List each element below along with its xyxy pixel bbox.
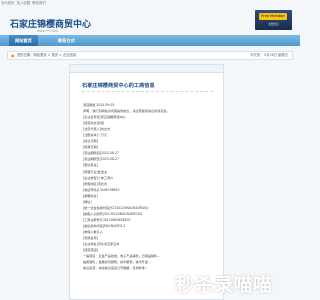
current-date: 今天是： 9月26日 星期五 bbox=[249, 53, 288, 57]
member-banner: Free Member 免费会员 bbox=[255, 10, 292, 30]
site-header: 石家庄锦樱商贸中心 www.***.com Free Member 免费会员 bbox=[0, 7, 300, 35]
top-links-bar: 设为首页 加入收藏 联系我们 bbox=[0, 0, 300, 7]
member-banner-subtitle: 免费会员 bbox=[268, 23, 279, 26]
watermark-icon bbox=[159, 273, 173, 287]
add-favorite-link[interactable]: 加入收藏 bbox=[17, 1, 31, 5]
nav-item-contact[interactable]: 联系方式 bbox=[58, 35, 75, 46]
title-divider bbox=[82, 91, 213, 92]
article-panel: 石家庄锦樱商贸中心的工商信息 源自网络 2024-09-03 声明：我们为网站访… bbox=[69, 64, 224, 300]
company-info-list: 源自网络 2024-09-03 声明：我们为网站访问者提供信息，请注意鉴别信息的… bbox=[83, 102, 221, 271]
article-panel-header bbox=[70, 65, 223, 73]
contact-us-link[interactable]: 联系我们 bbox=[32, 1, 46, 5]
free-member-badge: Free Member bbox=[259, 13, 287, 20]
set-homepage-link[interactable]: 设为首页 bbox=[1, 1, 15, 5]
watermark-text: 秒杀录喵喵 bbox=[175, 274, 273, 296]
breadcrumb-path: 您的位置：网站首页 > 首页 > 企业信息 bbox=[17, 53, 77, 57]
site-url: www.***.com bbox=[37, 29, 59, 33]
article-title: 石家庄锦樱商贸中心的工商信息 bbox=[82, 83, 155, 89]
main-nav: 网站首页 联系方式 bbox=[0, 35, 300, 46]
watermark-logo: 秒杀录喵喵 bbox=[159, 270, 273, 297]
breadcrumb: ● 您的位置：网站首页 > 首页 > 企业信息 今天是： 9月26日 星期五 bbox=[7, 51, 293, 60]
location-icon: ● bbox=[11, 53, 15, 58]
nav-item-home[interactable]: 网站首页 bbox=[9, 35, 38, 46]
